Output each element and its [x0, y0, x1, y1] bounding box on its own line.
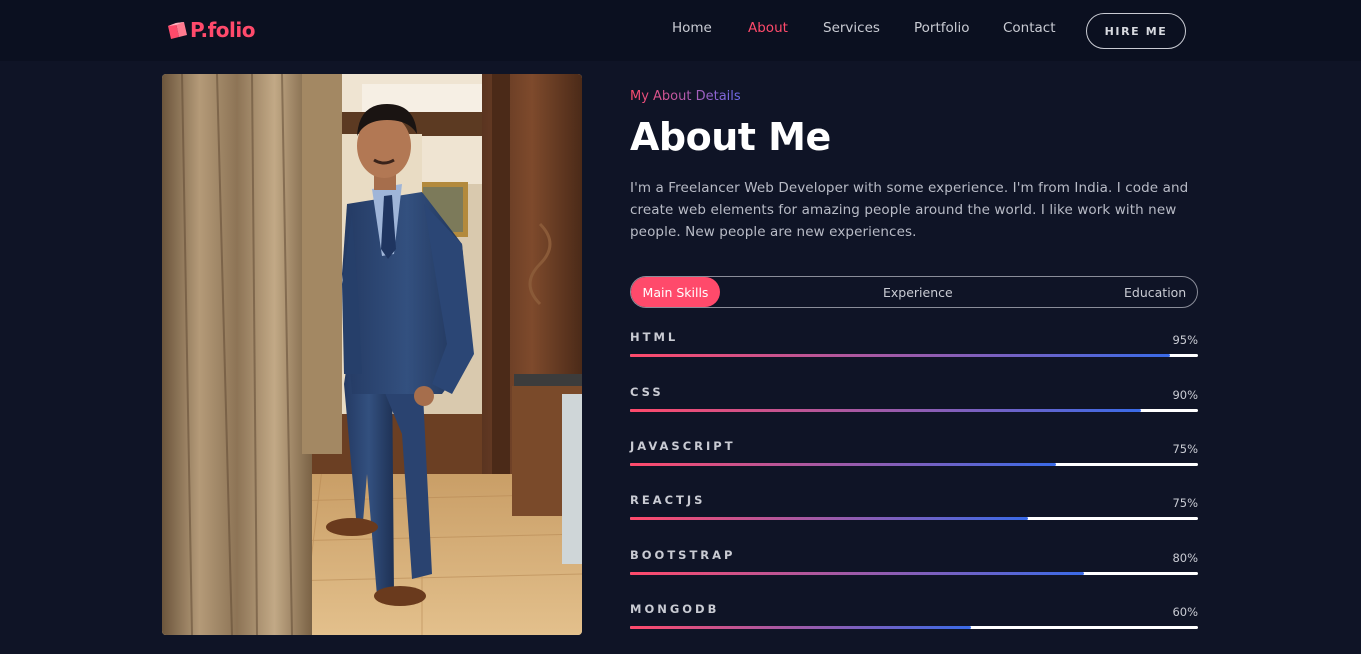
nav-contact[interactable]: Contact — [1003, 20, 1056, 36]
tab-main-skills[interactable]: Main Skills — [631, 277, 720, 307]
skill-bar-fill — [630, 463, 1056, 466]
skill-bar-fill — [630, 626, 971, 629]
skill-bar-fill — [630, 572, 1085, 575]
skill-percent: 75% — [1172, 442, 1198, 456]
skill-bar-track — [630, 572, 1198, 575]
skill-percent: 90% — [1172, 388, 1198, 402]
nav-home[interactable]: Home — [672, 20, 712, 36]
skill-percent: 95% — [1172, 333, 1198, 347]
skill-item: MONGODB 60% — [630, 602, 1198, 642]
brand-logo[interactable]: P.folio — [166, 17, 255, 43]
skill-name: CSS — [630, 385, 664, 399]
skill-name: REACTJS — [630, 493, 706, 507]
page-title: About Me — [630, 115, 831, 159]
skill-item: REACTJS 75% — [630, 493, 1198, 533]
about-description: I'm a Freelancer Web Developer with some… — [630, 180, 1189, 240]
skill-bar-fill — [630, 517, 1028, 520]
skill-name: BOOTSTRAP — [630, 548, 736, 562]
skill-bar-track — [630, 626, 1198, 629]
skill-item: JAVASCRIPT 75% — [630, 439, 1198, 479]
nav-services[interactable]: Services — [823, 20, 880, 36]
skill-percent: 80% — [1172, 551, 1198, 565]
skill-bar-track — [630, 517, 1198, 520]
hire-me-button[interactable]: HIRE ME — [1086, 13, 1186, 49]
skill-bar-track — [630, 463, 1198, 466]
skill-bar-fill — [630, 409, 1142, 412]
skill-bar-track — [630, 409, 1198, 412]
profile-photo — [162, 74, 582, 635]
nav-about[interactable]: About — [748, 20, 788, 36]
skill-item: BOOTSTRAP 80% — [630, 548, 1198, 588]
tab-experience[interactable]: Experience — [883, 277, 953, 307]
skill-item: HTML 95% — [630, 330, 1198, 370]
cube-icon — [166, 20, 188, 40]
skill-name: HTML — [630, 330, 679, 344]
brand-name: P.folio — [190, 18, 255, 42]
site-header: P.folio Home About Services Portfolio Co… — [0, 0, 1361, 61]
nav-portfolio[interactable]: Portfolio — [914, 20, 970, 36]
skill-percent: 60% — [1172, 605, 1198, 619]
skill-name: JAVASCRIPT — [630, 439, 736, 453]
skill-item: CSS 90% — [630, 385, 1198, 425]
skill-bar-fill — [630, 354, 1170, 357]
skill-percent: 75% — [1172, 496, 1198, 510]
skill-bar-track — [630, 354, 1198, 357]
about-tabs: Main Skills Experience Education — [630, 276, 1198, 308]
section-eyebrow: My About Details — [630, 89, 741, 104]
tab-education[interactable]: Education — [1124, 277, 1186, 307]
skill-name: MONGODB — [630, 602, 720, 616]
